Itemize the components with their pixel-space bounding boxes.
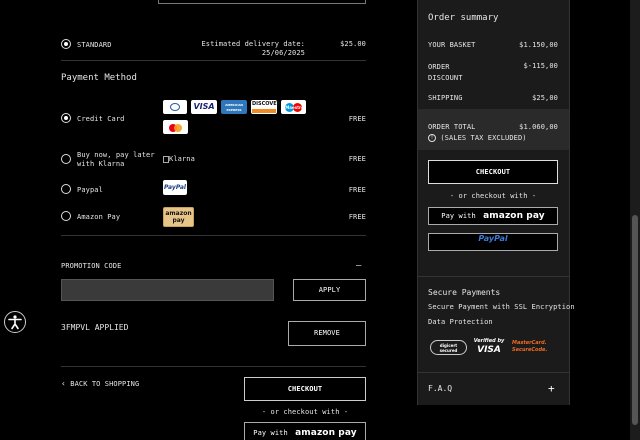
klarna-logo: Klarna xyxy=(163,155,195,163)
promotion-code-label: PROMOTION CODE xyxy=(61,262,122,270)
mastercard-card-icon xyxy=(163,120,188,134)
amazon-pay-price: FREE xyxy=(348,213,366,221)
shipping-option-label: STANDARD xyxy=(77,41,112,49)
shipping-price: $25.00 xyxy=(340,40,366,48)
verified-by-visa-badge-icon: Verified by VISA xyxy=(473,338,505,355)
credit-card-label: Credit Card xyxy=(77,115,125,123)
accessibility-icon xyxy=(8,315,22,330)
amazon-pay-label: Amazon Pay xyxy=(77,213,121,221)
amex-card-icon: AMERICAN EXPRESS xyxy=(221,100,247,114)
delivery-date: 25/06/2025 xyxy=(261,49,305,57)
shipping-standard-radio[interactable] xyxy=(61,39,71,49)
secure-line-protection: Data Protection xyxy=(428,318,493,326)
amazon-pay-radio[interactable] xyxy=(61,211,71,221)
paypal-price: FREE xyxy=(348,186,366,194)
divider xyxy=(418,372,569,373)
top-partial-box xyxy=(158,0,366,4)
paypal-logo-icon: PayPal xyxy=(163,180,187,195)
order-summary-title: Order summary xyxy=(428,13,499,23)
delivery-label: Estimated delivery date: xyxy=(201,40,305,48)
discover-card-icon: DISCOVER xyxy=(251,100,281,114)
diners-card-icon xyxy=(163,100,187,114)
visa-card-icon: VISA xyxy=(191,100,217,114)
shipping-value: $25,00 xyxy=(532,94,558,102)
paypal-label: Paypal xyxy=(77,186,103,194)
credit-card-price: FREE xyxy=(348,115,366,123)
klarna-radio[interactable] xyxy=(61,154,71,164)
secure-line-ssl: Secure Payment with SSL Encryption xyxy=(428,303,575,311)
sidebar-amazon-pay-button[interactable]: Pay with amazon pay xyxy=(428,207,558,225)
back-to-shopping-link[interactable]: ‹ BACK TO SHOPPING xyxy=(61,379,139,388)
sidebar-or-checkout-label: - or checkout with - xyxy=(449,192,537,200)
basket-value: $1.150,00 xyxy=(519,41,558,49)
promotion-collapse-icon[interactable]: — xyxy=(356,261,361,271)
info-icon[interactable]: ! xyxy=(428,134,436,142)
apply-button[interactable]: APPLY xyxy=(293,279,366,301)
digicert-badge-icon: digicert secured xyxy=(430,340,467,355)
order-total-value: $1.060,00 xyxy=(519,123,558,131)
amazon-pay-button[interactable]: Pay with amazon pay xyxy=(244,422,366,440)
faq-label[interactable]: F.A.Q xyxy=(428,384,452,393)
or-checkout-with-label: - or checkout with - xyxy=(261,408,349,416)
discount-label: ORDER DISCOUNT xyxy=(428,63,463,82)
chevron-left-icon: ‹ xyxy=(61,379,66,388)
mastercard-securecode-badge-icon: MasterCard. SecureCode. xyxy=(512,340,548,353)
applied-code-label: 3FMPVL APPLIED xyxy=(61,323,129,332)
payment-method-title: Payment Method xyxy=(61,73,137,83)
paypal-icon: PayPal xyxy=(478,234,508,243)
klarna-price: FREE xyxy=(348,155,366,163)
order-total-label: ORDER TOTAL xyxy=(428,123,476,131)
klarna-label: Buy now, pay later with Klarna xyxy=(77,151,155,168)
promotion-code-input[interactable] xyxy=(61,279,274,301)
accessibility-button[interactable] xyxy=(4,311,26,333)
shipping-label: SHIPPING xyxy=(428,94,463,102)
remove-button[interactable]: REMOVE xyxy=(288,321,366,346)
divider xyxy=(418,276,569,277)
paypal-radio[interactable] xyxy=(61,184,71,194)
delivery-date-text: Estimated delivery date: 25/06/2025 xyxy=(200,40,305,58)
tax-note: ! (SALES TAX EXCLUDED) xyxy=(428,134,527,142)
checkout-button[interactable]: CHECKOUT xyxy=(244,377,366,401)
sidebar-checkout-button[interactable]: CHECKOUT xyxy=(428,160,558,184)
scrollbar-thumb[interactable] xyxy=(632,215,638,425)
maestro-card-icon: Maestro xyxy=(281,100,306,114)
amazon-pay-logo-icon: amazon pay xyxy=(163,207,194,227)
divider xyxy=(61,60,366,61)
divider xyxy=(61,366,366,367)
faq-expand-icon[interactable]: + xyxy=(548,382,555,395)
secure-payments-title: Secure Payments xyxy=(428,288,501,297)
discount-value: $-115,00 xyxy=(523,62,558,70)
basket-label: YOUR BASKET xyxy=(428,41,476,49)
credit-card-radio[interactable] xyxy=(61,113,71,123)
sidebar-paypal-button[interactable]: PayPal xyxy=(428,233,558,251)
divider xyxy=(61,235,366,236)
